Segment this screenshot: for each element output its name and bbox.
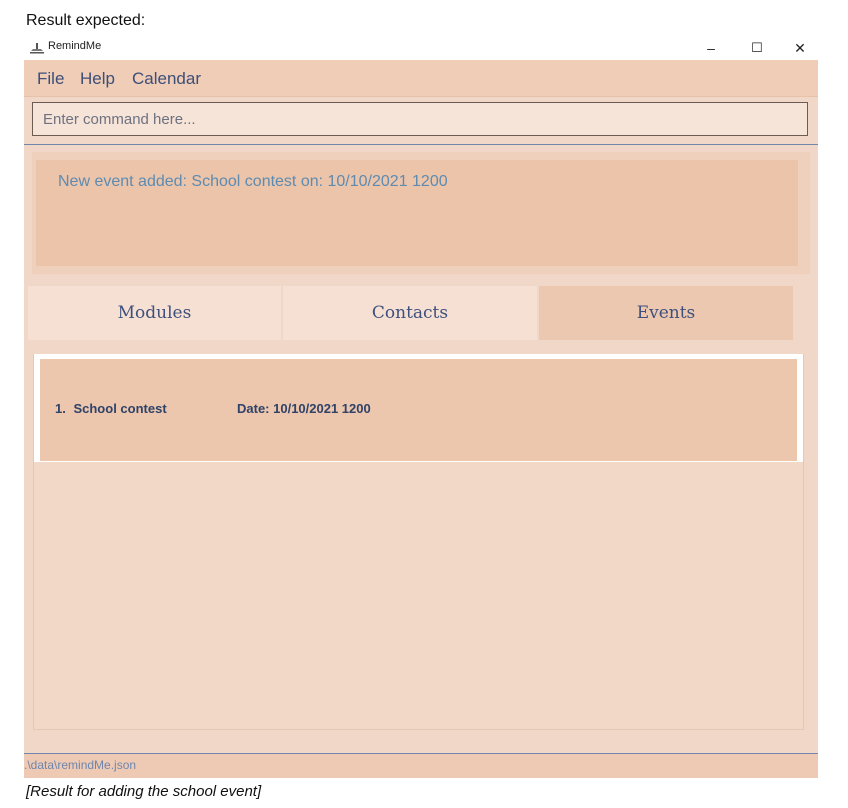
command-input[interactable]: Enter command here... (32, 102, 808, 136)
remindme-window: RemindMe – ☐ ✕ File Help Calendar Enter … (24, 36, 818, 778)
command-divider (24, 144, 818, 145)
maximize-button[interactable]: ☐ (738, 36, 776, 60)
tab-modules[interactable]: Modules (27, 285, 282, 341)
event-index: 1. (55, 401, 66, 416)
result-expected-heading: Result expected: (26, 12, 146, 29)
menu-help[interactable]: Help (80, 69, 115, 89)
event-title: 1. School contest (55, 401, 167, 416)
storage-path: .\data\remindMe.json (24, 758, 137, 772)
figure-caption: [Result for adding the school event] (26, 783, 262, 800)
menu-file[interactable]: File (37, 69, 64, 89)
tab-contacts[interactable]: Contacts (282, 285, 538, 341)
result-message: New event added: School contest on: 10/1… (58, 173, 448, 190)
menu-bar: File Help Calendar (24, 60, 818, 97)
title-bar: RemindMe – ☐ ✕ (24, 36, 818, 60)
window-title: RemindMe (48, 40, 102, 52)
event-name: School contest (73, 401, 167, 416)
status-bar (24, 754, 818, 778)
tab-events[interactable]: Events (538, 285, 794, 341)
menu-calendar[interactable]: Calendar (132, 69, 201, 89)
close-button[interactable]: ✕ (781, 36, 819, 60)
minimize-button[interactable]: – (692, 36, 730, 60)
event-date: Date: 10/10/2021 1200 (237, 401, 371, 416)
remindme-app-icon (30, 41, 44, 54)
